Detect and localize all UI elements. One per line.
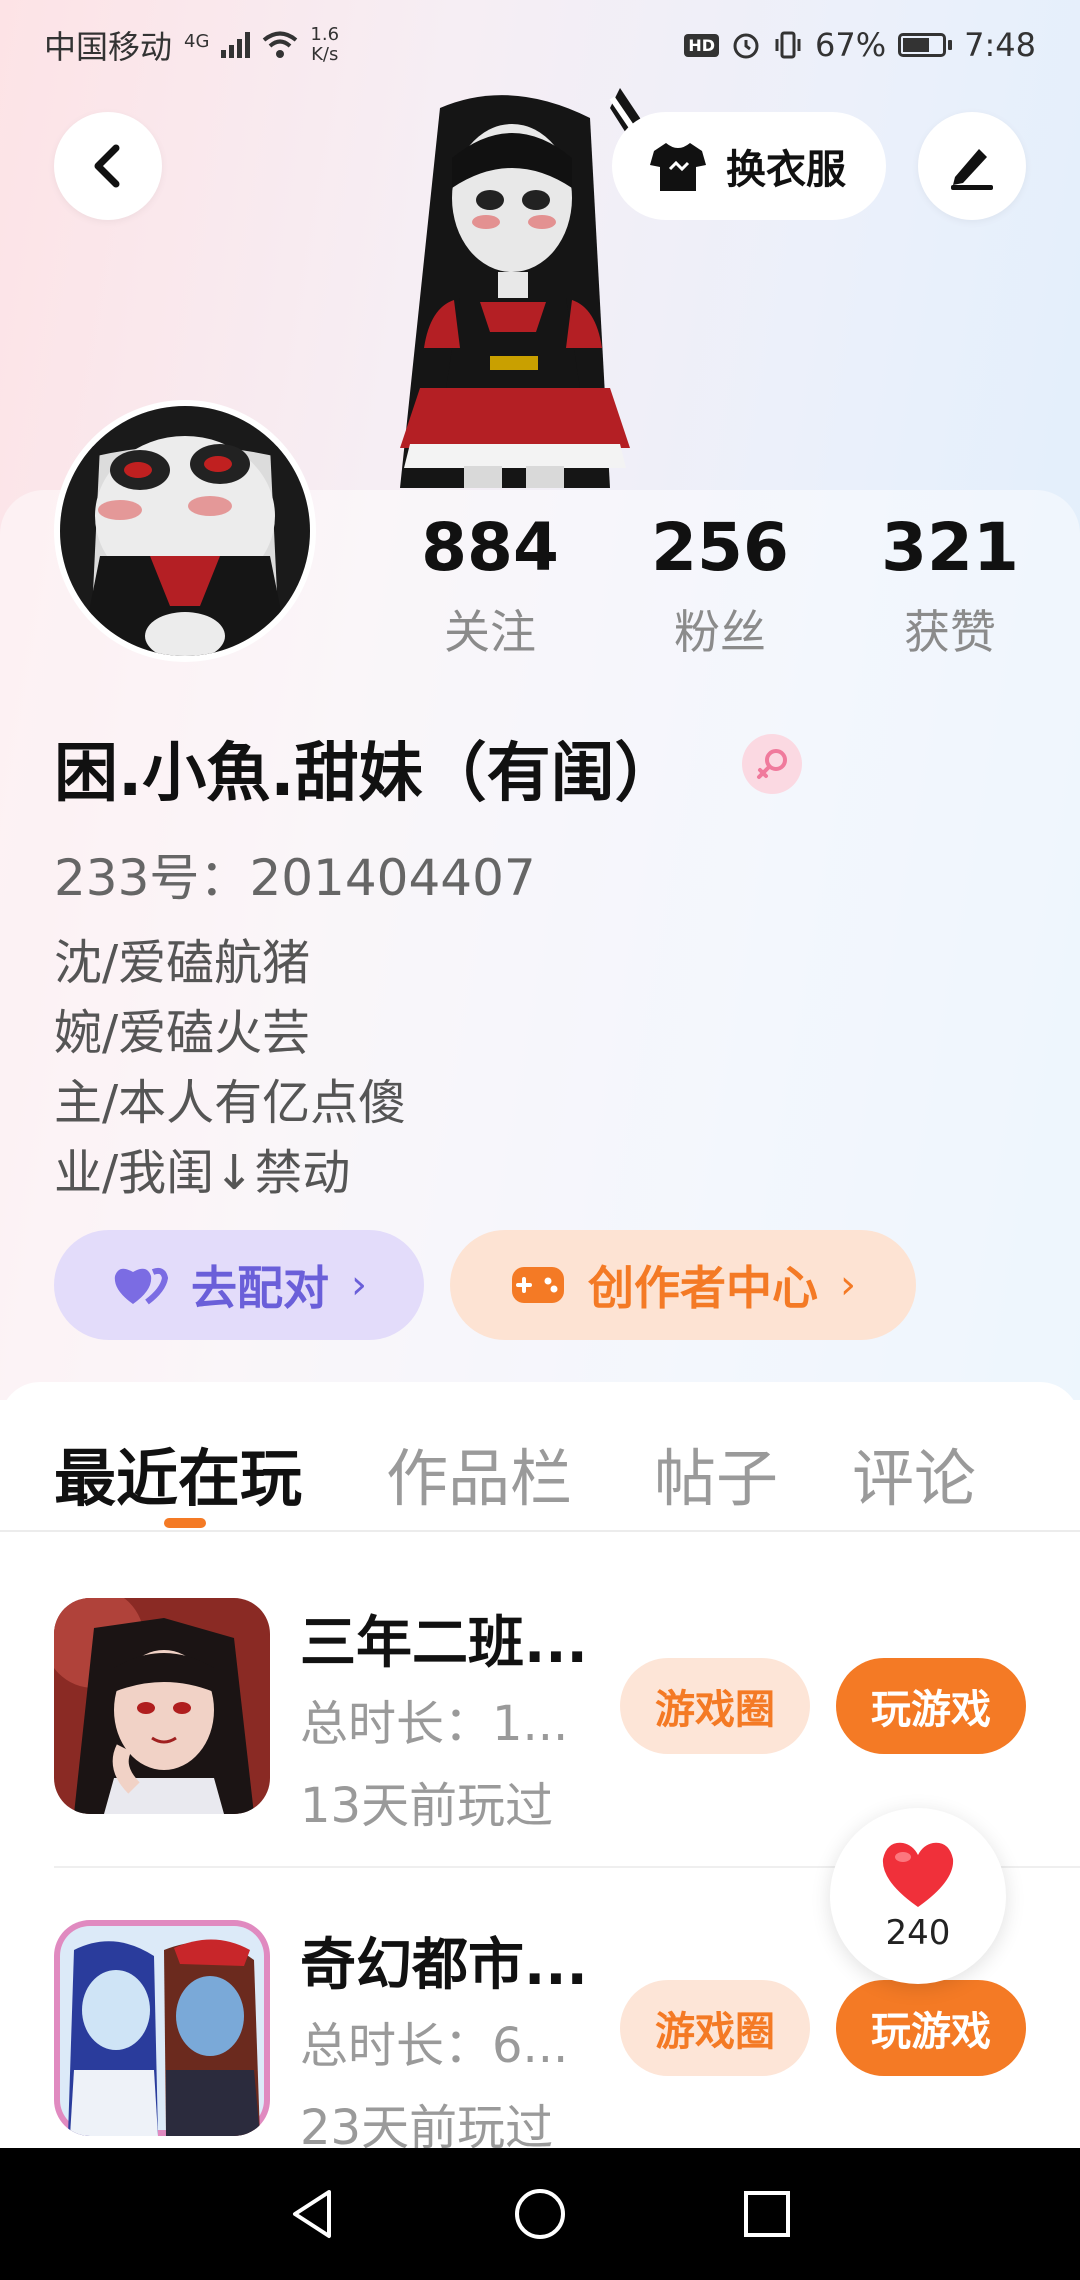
network-speed-unit: K/s [311, 44, 339, 65]
nav-recents-icon[interactable] [739, 2186, 795, 2242]
creator-center-label: 创作者中心 [588, 1261, 818, 1315]
nickname: 困.小魚.甜妹（有闺） [54, 737, 679, 811]
change-outfit-label: 换衣服 [726, 147, 846, 193]
alarm-icon [733, 33, 759, 59]
likes-received-count: 321 [881, 509, 1019, 586]
hd-icon: HD [684, 33, 720, 57]
game-icon[interactable] [54, 1920, 270, 2136]
tab-recently-played[interactable]: 最近在玩 [54, 1428, 302, 1518]
tab-comments[interactable]: 评论 [852, 1428, 976, 1518]
game-circle-button[interactable]: 游戏圈 [620, 1980, 810, 2076]
following-count: 884 [421, 509, 559, 586]
vibrate-icon [775, 31, 801, 59]
hearts-icon [114, 1267, 169, 1305]
bio-line: 婉/爱磕火芸 [54, 1005, 311, 1061]
bio: 沈/爱磕航猪 婉/爱磕火芸 主/本人有亿点傻 业/我闺↓禁动 [54, 928, 406, 1208]
active-tab-indicator [164, 1518, 206, 1528]
fans-count: 256 [651, 509, 789, 586]
stat-fans[interactable]: 256 粉丝 [620, 508, 820, 662]
pencil-icon [951, 149, 993, 190]
user-id-value: 201404407 [249, 849, 536, 907]
heart-icon [882, 1842, 954, 1907]
game-last-played: 13天前玩过 [300, 1778, 554, 1834]
chevron-right-icon: › [351, 1262, 367, 1308]
female-icon [742, 734, 802, 794]
play-game-button[interactable]: 玩游戏 [836, 1980, 1026, 2076]
change-outfit-button[interactable]: 换衣服 [612, 112, 886, 220]
chevron-left-icon [94, 144, 120, 188]
tabs-divider [0, 1530, 1080, 1532]
game-icon[interactable] [54, 1598, 270, 1814]
system-navigation-bar [0, 2148, 1080, 2280]
network-type: 4G [184, 31, 210, 52]
like-float-button[interactable]: 240 [830, 1808, 1006, 1984]
avatar[interactable] [54, 400, 316, 662]
status-bar: 中国移动 4G 1.6 K/s HD 67% 7:48 [0, 0, 1080, 90]
chevron-right-icon: › [840, 1262, 856, 1308]
following-label: 关注 [444, 605, 536, 659]
likes-received-label: 获赞 [904, 605, 996, 659]
pair-label: 去配对 [191, 1261, 329, 1315]
clock: 7:48 [964, 26, 1036, 64]
tab-posts[interactable]: 帖子 [654, 1428, 778, 1518]
bio-line: 沈/爱磕航猪 [54, 935, 311, 991]
bio-line: 主/本人有亿点傻 [54, 1075, 407, 1131]
game-playtime: 总时长：6... [300, 2018, 569, 2074]
game-playtime: 总时长：1... [300, 1696, 569, 1752]
edit-profile-button[interactable] [918, 112, 1026, 220]
back-button[interactable] [54, 112, 162, 220]
game-title: 奇幻都市... [300, 1933, 588, 1998]
nav-back-icon[interactable] [285, 2186, 341, 2242]
creator-center-button[interactable]: 创作者中心 › [450, 1230, 916, 1340]
user-id-label: 233号： [54, 849, 250, 907]
network-speed: 1.6 K/s [310, 25, 339, 65]
bio-line: 业/我闺↓禁动 [54, 1145, 351, 1201]
shirt-icon [650, 143, 706, 191]
gamepad-icon [512, 1267, 564, 1303]
nav-home-icon[interactable] [512, 2186, 568, 2242]
tab-works[interactable]: 作品栏 [386, 1428, 572, 1518]
battery-icon [898, 33, 953, 57]
signal-icon [221, 32, 251, 58]
stat-likes[interactable]: 321 获赞 [850, 508, 1050, 662]
fans-label: 粉丝 [674, 605, 766, 659]
network-speed-value: 1.6 [310, 24, 340, 45]
pair-button[interactable]: 去配对 › [54, 1230, 424, 1340]
avatar-image [60, 406, 310, 656]
game-circle-button[interactable]: 游戏圈 [620, 1658, 810, 1754]
play-game-button[interactable]: 玩游戏 [836, 1658, 1026, 1754]
profile-tabs: 最近在玩 作品栏 帖子 评论 [0, 1400, 1080, 1530]
wifi-icon [263, 31, 298, 58]
battery-percent: 67% [815, 26, 887, 64]
carrier-name: 中国移动 [44, 28, 173, 66]
game-title: 三年二班... [300, 1611, 588, 1676]
like-count: 240 [885, 1913, 951, 1953]
user-id[interactable]: 233号：201404407 [54, 838, 536, 910]
stat-following[interactable]: 884 关注 [390, 508, 590, 662]
